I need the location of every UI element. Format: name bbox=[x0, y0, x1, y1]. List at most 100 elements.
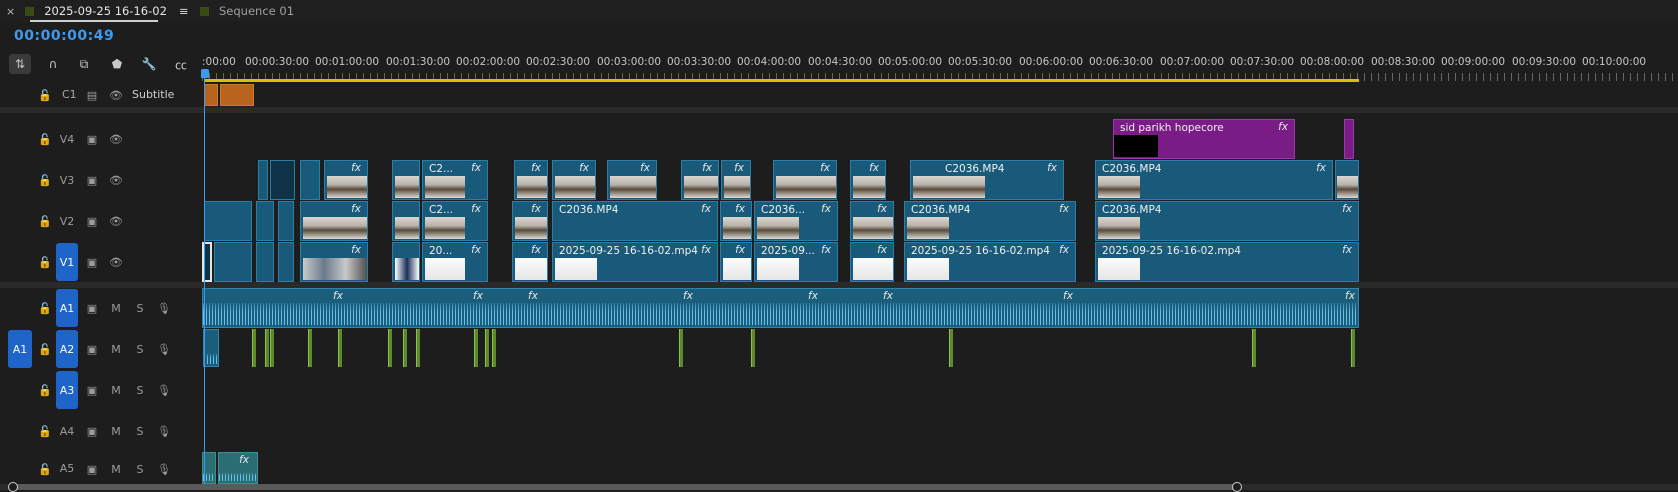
video-clip[interactable] bbox=[392, 160, 420, 200]
scrollbar-left-handle[interactable] bbox=[8, 482, 18, 492]
subtitle-clip[interactable] bbox=[220, 84, 254, 106]
video-clip[interactable]: C2036.MP4 fx bbox=[1095, 160, 1333, 200]
audio-marker[interactable] bbox=[338, 329, 342, 367]
insert-overwrite-icon[interactable]: ⇅ bbox=[9, 54, 31, 74]
solo-button[interactable]: S bbox=[133, 301, 147, 315]
work-area-bar[interactable] bbox=[205, 79, 1359, 82]
audio-marker[interactable] bbox=[416, 329, 420, 367]
video-clip[interactable]: C2036.MP4 fx bbox=[1095, 201, 1359, 241]
video-clip[interactable]: 20... fx bbox=[422, 242, 488, 282]
video-clip[interactable] bbox=[392, 242, 420, 282]
video-clip[interactable]: C2036.MP4 fx bbox=[904, 201, 1076, 241]
lock-icon[interactable]: 🔓 bbox=[38, 301, 52, 315]
microphone-icon[interactable]: 🎙 bbox=[157, 462, 171, 476]
video-clip[interactable] bbox=[392, 201, 420, 241]
video-clip[interactable] bbox=[256, 201, 274, 241]
sync-lock-icon[interactable]: ▤ bbox=[85, 88, 99, 102]
video-clip[interactable]: 2025-09-25 16-16-02.mp4 fx bbox=[904, 242, 1076, 282]
video-clip[interactable]: fx bbox=[300, 201, 368, 241]
playhead-timecode[interactable]: 00:00:00:49 bbox=[14, 28, 114, 44]
sync-lock-icon[interactable]: ▣ bbox=[85, 383, 99, 397]
video-clip[interactable] bbox=[270, 160, 295, 200]
solo-button[interactable]: S bbox=[133, 424, 147, 438]
title-clip[interactable] bbox=[1344, 119, 1354, 159]
video-clip[interactable]: fx bbox=[720, 242, 752, 282]
track-target-a2[interactable]: A2 bbox=[56, 330, 78, 368]
video-clip[interactable]: C2036... fx bbox=[754, 201, 838, 241]
tab-menu-icon[interactable]: ≡ bbox=[179, 4, 189, 18]
video-clip[interactable]: fx bbox=[324, 160, 368, 200]
audio-marker[interactable] bbox=[492, 329, 496, 367]
track-target-a5[interactable]: A5 bbox=[56, 449, 78, 487]
audio-marker[interactable] bbox=[388, 329, 392, 367]
audio-marker[interactable] bbox=[308, 329, 312, 367]
video-clip[interactable]: fx bbox=[681, 160, 719, 200]
tab-sequence-01[interactable]: Sequence 01 bbox=[200, 0, 294, 22]
track-target-v1[interactable]: V1 bbox=[56, 243, 78, 281]
video-clip[interactable]: fx bbox=[300, 242, 368, 282]
track-target-v4[interactable]: V4 bbox=[56, 120, 78, 158]
lock-icon[interactable]: 🔓 bbox=[38, 342, 52, 356]
eye-icon[interactable]: 👁 bbox=[109, 173, 123, 187]
eye-icon[interactable]: 👁 bbox=[109, 88, 123, 102]
audio-clip-a2[interactable] bbox=[203, 329, 219, 367]
sync-lock-icon[interactable]: ▣ bbox=[85, 424, 99, 438]
track-target-v3[interactable]: V3 bbox=[56, 161, 78, 199]
microphone-icon[interactable]: 🎙 bbox=[157, 424, 171, 438]
audio-marker[interactable] bbox=[949, 329, 953, 367]
video-clip[interactable] bbox=[278, 201, 294, 241]
video-clip[interactable]: fx bbox=[721, 160, 751, 200]
mute-button[interactable]: M bbox=[109, 462, 123, 476]
mute-button[interactable]: M bbox=[109, 342, 123, 356]
sync-lock-icon[interactable]: ▣ bbox=[85, 173, 99, 187]
track-target-a1[interactable]: A1 bbox=[56, 289, 78, 327]
solo-button[interactable]: S bbox=[133, 462, 147, 476]
captions-icon[interactable]: ㏄ bbox=[170, 54, 192, 74]
audio-marker[interactable] bbox=[1252, 329, 1256, 367]
video-clip[interactable] bbox=[1335, 160, 1359, 200]
audio-marker[interactable] bbox=[1351, 329, 1355, 367]
playhead-line[interactable] bbox=[204, 78, 205, 490]
video-clip[interactable]: C2036.MP4 fx bbox=[910, 160, 1064, 200]
track-name[interactable]: C1 bbox=[62, 88, 77, 101]
audio-clip-a5[interactable]: fx bbox=[218, 452, 258, 484]
video-clip[interactable]: fx bbox=[850, 201, 894, 241]
snap-magnet-icon[interactable]: ∩ bbox=[42, 54, 64, 74]
lock-icon[interactable]: 🔓 bbox=[38, 462, 52, 476]
video-clip[interactable]: C2... fx bbox=[422, 201, 488, 241]
title-clip[interactable]: sid parikh hopecore fx bbox=[1113, 119, 1295, 159]
video-clip[interactable]: C2... fx bbox=[422, 160, 488, 200]
video-clip[interactable]: fx bbox=[850, 242, 894, 282]
mute-button[interactable]: M bbox=[109, 383, 123, 397]
video-clip[interactable]: fx bbox=[773, 160, 837, 200]
solo-button[interactable]: S bbox=[133, 342, 147, 356]
video-clip[interactable]: 2025-09-25 16-16-02.mp4 fx bbox=[552, 242, 718, 282]
linked-selection-icon[interactable]: ⧉ bbox=[73, 54, 95, 74]
lock-icon[interactable]: 🔓 bbox=[38, 424, 52, 438]
microphone-icon[interactable]: 🎙 bbox=[157, 383, 171, 397]
audio-clip-a1[interactable]: fx fx fx fx fx fx fx fx bbox=[202, 288, 1359, 328]
video-clip[interactable] bbox=[258, 160, 268, 200]
video-clip[interactable] bbox=[204, 201, 252, 241]
video-clip[interactable]: 2025-09-25 16-16-02.mp4 fx bbox=[1095, 242, 1359, 282]
audio-marker[interactable] bbox=[403, 329, 407, 367]
eye-icon[interactable]: 👁 bbox=[109, 214, 123, 228]
video-clip[interactable]: fx bbox=[607, 160, 657, 200]
lock-icon[interactable]: 🔓 bbox=[38, 132, 52, 146]
track-target-a3[interactable]: A3 bbox=[56, 371, 78, 409]
eye-icon[interactable]: 👁 bbox=[109, 255, 123, 269]
microphone-icon[interactable]: 🎙 bbox=[157, 301, 171, 315]
video-clip[interactable]: fx bbox=[512, 242, 548, 282]
audio-marker[interactable] bbox=[252, 329, 256, 367]
eye-icon[interactable]: 👁 bbox=[109, 132, 123, 146]
add-marker-icon[interactable]: ⬟ bbox=[106, 54, 128, 74]
playhead-handle[interactable] bbox=[201, 69, 209, 78]
lock-icon[interactable]: 🔓 bbox=[38, 214, 52, 228]
video-clip[interactable] bbox=[214, 242, 252, 282]
video-clip[interactable]: fx bbox=[552, 160, 596, 200]
track-target-a4[interactable]: A4 bbox=[56, 412, 78, 450]
lock-icon[interactable]: 🔓 bbox=[38, 255, 52, 269]
video-clip[interactable] bbox=[278, 242, 294, 282]
video-clip[interactable]: 2025-09... fx bbox=[754, 242, 838, 282]
lock-icon[interactable]: 🔓 bbox=[38, 88, 52, 102]
